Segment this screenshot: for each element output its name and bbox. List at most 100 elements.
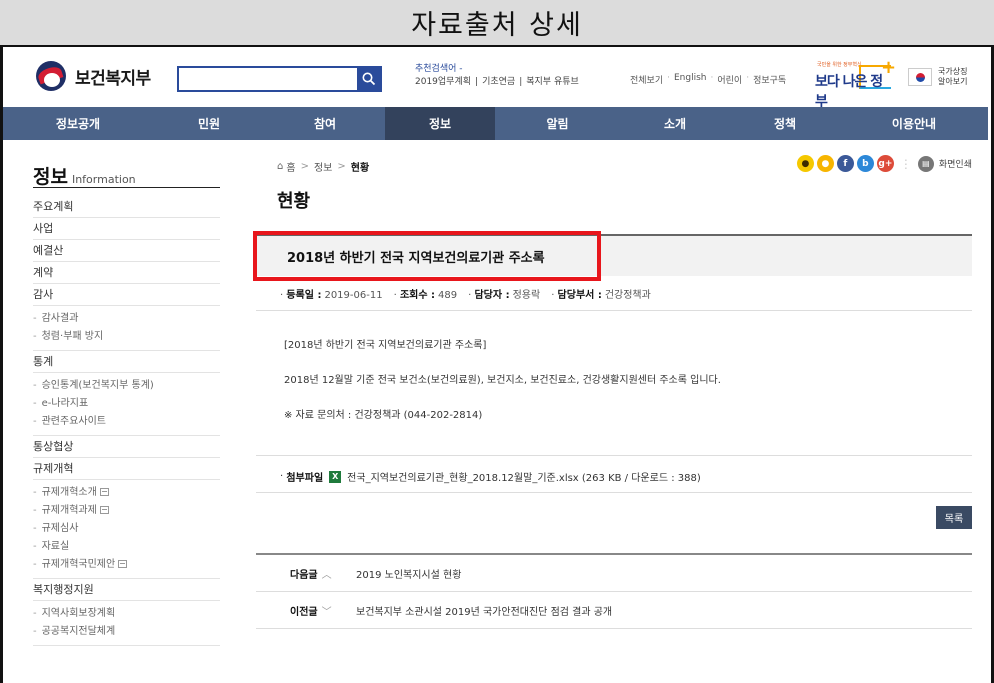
taegukgi-flag-icon: [908, 68, 932, 86]
meta-views: 489: [438, 290, 458, 301]
national-symbol-link[interactable]: 국가상징 알아보기: [908, 67, 967, 87]
sidebar-item-audit[interactable]: 감사: [33, 284, 220, 306]
sidebar-item-budget[interactable]: 예결산: [33, 240, 220, 262]
sidebar-item-contracts[interactable]: 계약: [33, 262, 220, 284]
sidebar-subitem[interactable]: - 규제심사: [33, 520, 220, 538]
new-window-icon: [118, 560, 128, 568]
nav-item-guide[interactable]: 이용안내: [840, 107, 988, 140]
meta-dept: 건강정책과: [604, 290, 651, 301]
chevron-up-icon: ︿: [321, 569, 332, 581]
adjacent-posts: 다음글 ︿ 2019 노인복지시설 현황 이전글 ﹀ 보건복지부 소관시설 2019…: [256, 553, 972, 629]
post-body: [2018년 하반기 전국 지역보건의료기관 주소록] 2018년 12월말 기…: [284, 339, 964, 444]
sidebar-subitem[interactable]: - 지역사회보장계획: [33, 605, 220, 623]
recommend-title: 추천검색어 -: [415, 64, 463, 74]
search-box: [177, 66, 382, 92]
search-button[interactable]: [357, 68, 380, 90]
nav-item-notice[interactable]: 알림: [495, 107, 620, 140]
googleplus-share-icon[interactable]: g+: [876, 155, 894, 172]
logo-text: 보건복지부: [75, 68, 151, 89]
recommend-link[interactable]: 기초연금: [482, 77, 515, 87]
share-bar: ● ● f b g+ ⋮ ▤ 화면인쇄: [794, 155, 972, 172]
kakaotalk-share-icon[interactable]: ●: [816, 155, 834, 172]
sidebar-item-stats[interactable]: 통계: [33, 351, 220, 373]
nav-item-policy[interactable]: 정책: [730, 107, 840, 140]
sidebar-subitem[interactable]: - 공공복지전달체계: [33, 623, 220, 641]
search-icon: [362, 72, 375, 86]
util-link-english[interactable]: English: [674, 73, 707, 86]
chevron-down-icon: ﹀: [321, 606, 332, 618]
recommended-keywords: 추천검색어 - 2019업무계획 | 기초연금 | 복지부 유튜브: [415, 64, 579, 87]
sidebar-subitem[interactable]: - 관련주요사이트: [33, 413, 220, 431]
main-nav: 정보공개 민원 참여 정보 알림 소개 정책 이용안내: [3, 107, 988, 140]
next-post-row: 다음글 ︿ 2019 노인복지시설 현황: [256, 555, 972, 592]
util-link-all[interactable]: 전체보기: [630, 73, 663, 86]
sidebar: 정보 Information 주요계획 사업 예결산 계약 감사 - 감사결과 -…: [33, 160, 220, 646]
sidebar-subgroup-stats: - 승인통계(보건복지부 통계) - e-나라지표 - 관련주요사이트: [33, 373, 220, 436]
sidebar-subitem[interactable]: - 청렴·부패 방지: [33, 328, 220, 346]
utility-links: 전체보기 · English · 어린이 · 정보구독: [630, 73, 787, 86]
home-icon: ⌂: [277, 161, 284, 172]
sidebar-item-regulation[interactable]: 규제개혁: [33, 458, 220, 480]
sidebar-subitem[interactable]: - 자료실: [33, 538, 220, 556]
sidebar-subitem[interactable]: - 승인통계(보건복지부 통계): [33, 377, 220, 395]
meta-manager: 정용락: [512, 290, 541, 301]
body-paragraph: 2018년 12월말 기준 전국 보건소(보건의료원), 보건지소, 보건진료소…: [284, 375, 721, 386]
list-button[interactable]: 목록: [936, 506, 972, 529]
breadcrumb-section[interactable]: 정보: [314, 159, 332, 174]
meta-date-label: 등록일 :: [286, 290, 322, 301]
sidebar-subgroup-regulation: - 규제개혁소개 - 규제개혁과제 - 규제심사 - 자료실 - 규제개혁국민제안: [33, 480, 220, 579]
excel-file-icon: X: [329, 470, 342, 483]
body-paragraph: [2018년 하반기 전국 지역보건의료기관 주소록]: [284, 340, 487, 351]
sidebar-item-plans[interactable]: 주요계획: [33, 196, 220, 218]
sidebar-subitem[interactable]: - 감사결과: [33, 310, 220, 328]
divider: [256, 492, 972, 493]
national-symbol-line1: 국가상징: [938, 67, 968, 76]
sidebar-subitem[interactable]: - 규제개혁국민제안: [33, 556, 220, 574]
meta-manager-label: 담당자 :: [474, 290, 510, 301]
meta-dept-label: 담당부서 :: [557, 290, 602, 301]
next-post-link[interactable]: 2019 노인복지시설 현황: [356, 566, 461, 581]
search-input[interactable]: [179, 68, 357, 90]
attachment-label: 첨부파일: [286, 473, 324, 484]
sidebar-item-welfare-admin[interactable]: 복지행정지원: [33, 579, 220, 601]
page-title: 현황: [277, 191, 311, 212]
site-header: 보건복지부 추천검색어 - 2019업무계획 | 기초연금 | 복지부 유튜브 전체보기…: [3, 49, 988, 110]
prev-post-link[interactable]: 보건복지부 소관시설 2019년 국가안전대진단 점검 결과 공개: [356, 603, 612, 618]
nav-item-participation[interactable]: 참여: [265, 107, 385, 140]
sidebar-item-projects[interactable]: 사업: [33, 218, 220, 240]
util-link-subscribe[interactable]: 정보구독: [753, 73, 786, 86]
sidebar-header: 정보 Information: [33, 160, 220, 188]
attachment-link[interactable]: 전국_지역보건의료기관_현황_2018.12월말_기준.xlsx (263 KB…: [347, 469, 701, 484]
facebook-share-icon[interactable]: f: [836, 155, 854, 172]
sidebar-subtitle: Information: [71, 173, 136, 186]
divider: [256, 310, 972, 311]
recommend-link[interactable]: 복지부 유튜브: [526, 77, 579, 87]
sidebar-subitem[interactable]: - e-나라지표: [33, 395, 220, 413]
taegeuk-logo-icon: [36, 61, 66, 91]
sidebar-item-trade[interactable]: 통상협상: [33, 436, 220, 458]
sidebar-subitem[interactable]: - 규제개혁과제: [33, 502, 220, 520]
attachment-row: · 첨부파일 X 전국_지역보건의료기관_현황_2018.12월말_기준.xls…: [280, 469, 701, 484]
caption-bar: 자료출처 상세: [0, 0, 994, 47]
national-symbol-line2: 알아보기: [938, 77, 968, 86]
prev-post-row: 이전글 ﹀ 보건복지부 소관시설 2019년 국가안전대진단 점검 결과 공개: [256, 592, 972, 629]
nav-item-civil[interactable]: 민원: [153, 107, 265, 140]
divider: [256, 455, 972, 456]
site-logo[interactable]: 보건복지부: [36, 61, 151, 91]
nav-item-about[interactable]: 소개: [620, 107, 730, 140]
plus-icon: +: [881, 57, 897, 78]
better-government-logo[interactable]: 국민을 위한 정부혁신 보다 나은 정부 +: [813, 57, 897, 110]
nav-item-open-info[interactable]: 정보공개: [3, 107, 153, 140]
post-title-bar: 2018년 하반기 전국 지역보건의료기관 주소록: [253, 231, 972, 281]
breadcrumb-home[interactable]: 홈: [286, 159, 295, 174]
blog-share-icon[interactable]: b: [856, 155, 874, 172]
next-post-label: 다음글: [290, 569, 318, 581]
better-gov-tagline: 국민을 위한 정부혁신: [817, 62, 862, 68]
util-link-kids[interactable]: 어린이: [717, 73, 742, 86]
recommend-link[interactable]: 2019업무계획: [415, 77, 471, 87]
kakaostory-share-icon[interactable]: ●: [796, 155, 814, 172]
sidebar-subitem[interactable]: - 규제개혁소개: [33, 484, 220, 502]
nav-item-info[interactable]: 정보: [385, 107, 495, 140]
print-button[interactable]: ▤ 화면인쇄: [917, 155, 972, 172]
body-paragraph: ※ 자료 문의처 : 건강정책과 (044-202-2814): [284, 410, 483, 421]
